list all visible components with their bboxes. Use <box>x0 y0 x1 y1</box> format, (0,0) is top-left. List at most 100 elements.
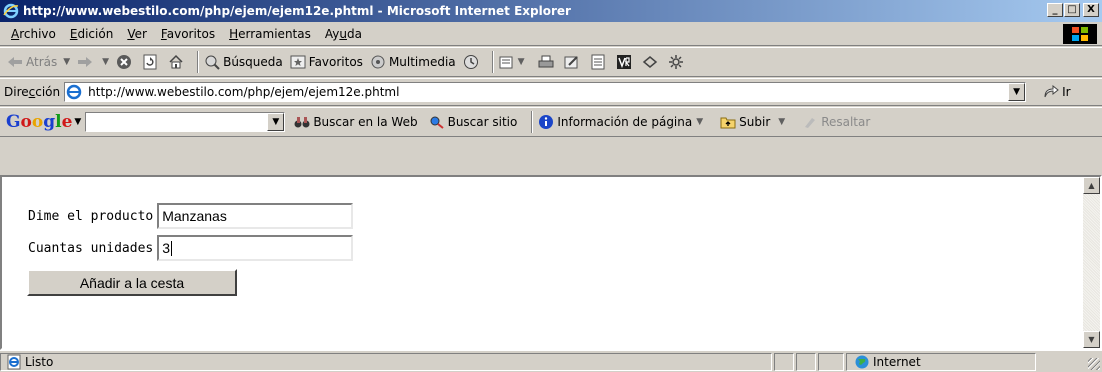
toolbar-separator <box>491 51 494 73</box>
maximize-button[interactable]: □ <box>1064 3 1080 17</box>
google-logo[interactable]: Google <box>6 112 72 132</box>
google-menu-dropdown-icon[interactable]: ▼ <box>74 117 81 127</box>
back-dropdown-icon[interactable]: ▼ <box>63 57 70 67</box>
add-to-cart-button[interactable]: Añadir a la cesta <box>27 269 237 296</box>
refresh-button[interactable] <box>141 53 161 71</box>
highlight-label: Resaltar <box>821 115 871 129</box>
google-toolbar: Google ▼ ▼ Buscar en la Web Buscar sitio… <box>0 107 1102 137</box>
media-button[interactable]: Multimedia <box>369 53 456 71</box>
back-button[interactable]: Atrás <box>6 53 57 71</box>
resize-grip[interactable] <box>1088 358 1100 370</box>
menu-ayuda[interactable]: Ayuda <box>318 27 369 41</box>
mail-button[interactable]: ▼ <box>498 53 531 71</box>
status-text: Listo <box>25 354 54 369</box>
messenger-button[interactable] <box>641 53 661 71</box>
home-button[interactable] <box>167 53 187 71</box>
go-label: Ir <box>1062 85 1071 99</box>
forward-button[interactable] <box>76 53 96 71</box>
address-label: Dirección <box>4 85 61 99</box>
menu-edicion[interactable]: Edición <box>63 27 120 41</box>
units-label: Cuantas unidades <box>28 240 154 256</box>
back-arrow-icon <box>6 53 24 71</box>
address-bar: Dirección http://www.webestilo.com/php/e… <box>0 78 1102 106</box>
edit-icon <box>563 53 581 71</box>
discuss-icon <box>589 53 607 71</box>
google-search-dropdown-icon[interactable]: ▼ <box>267 113 285 131</box>
google-separator <box>531 111 534 133</box>
media-label: Multimedia <box>388 55 456 69</box>
search-web-button[interactable]: Buscar en la Web <box>293 113 418 131</box>
up-dropdown-icon[interactable]: ▼ <box>778 117 785 127</box>
home-icon <box>167 53 185 71</box>
scroll-down-icon[interactable]: ▼ <box>1083 331 1100 348</box>
status-cell <box>774 352 794 371</box>
messenger-icon <box>641 53 659 71</box>
menu-favoritos[interactable]: Favoritos <box>154 27 222 41</box>
favorites-button[interactable]: Favoritos <box>289 53 363 71</box>
product-input[interactable]: Manzanas <box>157 203 354 229</box>
standard-toolbar: Atrás ▼ ▼ Búsqueda Favoritos Multimedia … <box>0 47 1102 77</box>
discuss-button[interactable] <box>589 53 609 71</box>
mail-dropdown-icon[interactable]: ▼ <box>518 57 525 67</box>
stop-icon <box>115 53 133 71</box>
toolbar-separator <box>197 51 200 73</box>
search-site-label: Buscar sitio <box>447 115 518 129</box>
address-input[interactable]: http://www.webestilo.com/php/ejem/ejem12… <box>64 82 1027 102</box>
security-zone[interactable]: Internet <box>846 352 1036 371</box>
info-icon <box>537 113 555 131</box>
units-input[interactable]: 3 <box>157 235 354 261</box>
search-web-label: Buscar en la Web <box>313 115 418 129</box>
go-arrow-icon <box>1042 83 1060 101</box>
status-main-panel: Listo <box>0 352 772 371</box>
page-viewport[interactable]: Dime el producto Manzanas Cuantas unidad… <box>0 175 1102 350</box>
menu-bar: Archivo Edición Ver Favoritos Herramient… <box>0 22 1102 46</box>
address-url: http://www.webestilo.com/php/ejem/ejem12… <box>88 85 400 99</box>
tools-icon <box>667 53 685 71</box>
page-info-button[interactable]: Información de página ▼ <box>537 113 709 131</box>
refresh-icon <box>141 53 159 71</box>
up-button[interactable]: Subir ▼ <box>719 113 791 131</box>
product-row: Dime el producto Manzanas <box>28 203 354 229</box>
window-controls: _ □ X <box>1046 3 1099 17</box>
units-row: Cuantas unidades 3 <box>28 235 354 261</box>
search-label: Búsqueda <box>223 55 283 69</box>
highlight-button[interactable]: Resaltar <box>801 113 870 131</box>
menu-ver[interactable]: Ver <box>120 27 154 41</box>
highlighter-icon <box>801 113 819 131</box>
binoculars-icon <box>293 113 311 131</box>
search-site-icon <box>428 113 446 131</box>
page-info-dropdown-icon[interactable]: ▼ <box>696 117 703 127</box>
back-label: Atrás <box>26 55 58 69</box>
window-title: http://www.webestilo.com/php/ejem/ejem12… <box>23 4 571 18</box>
edit-button[interactable] <box>563 53 583 71</box>
search-globe-icon <box>203 53 221 71</box>
product-label: Dime el producto <box>28 208 154 224</box>
search-site-button[interactable]: Buscar sitio <box>428 113 518 131</box>
ie-app-icon[interactable] <box>3 3 19 19</box>
search-button[interactable]: Búsqueda <box>203 53 283 71</box>
windows-logo-icon <box>1063 24 1097 44</box>
go-button[interactable]: Ir <box>1042 83 1071 101</box>
forward-dropdown-icon[interactable]: ▼ <box>102 57 109 67</box>
research-button[interactable] <box>615 53 635 71</box>
address-dropdown-icon[interactable]: ▼ <box>1008 83 1026 101</box>
google-search-input[interactable]: ▼ <box>85 112 286 132</box>
status-cell <box>818 352 844 371</box>
page-info-label: Información de página <box>557 115 693 129</box>
favorites-star-icon <box>289 53 307 71</box>
scroll-up-icon[interactable]: ▲ <box>1083 177 1100 194</box>
menu-herramientas[interactable]: Herramientas <box>222 27 318 41</box>
title-bar[interactable]: http://www.webestilo.com/php/ejem/ejem12… <box>0 0 1102 22</box>
history-button[interactable] <box>462 53 482 71</box>
vertical-scrollbar[interactable]: ▲ ▼ <box>1083 177 1100 348</box>
media-icon <box>369 53 387 71</box>
mail-icon <box>498 53 516 71</box>
minimize-button[interactable]: _ <box>1047 3 1063 17</box>
stop-button[interactable] <box>115 53 135 71</box>
close-button[interactable]: X <box>1083 3 1099 17</box>
print-icon <box>537 53 555 71</box>
print-button[interactable] <box>537 53 557 71</box>
tools-button[interactable] <box>667 53 687 71</box>
menu-archivo[interactable]: Archivo <box>4 27 63 41</box>
zone-label: Internet <box>873 354 921 369</box>
